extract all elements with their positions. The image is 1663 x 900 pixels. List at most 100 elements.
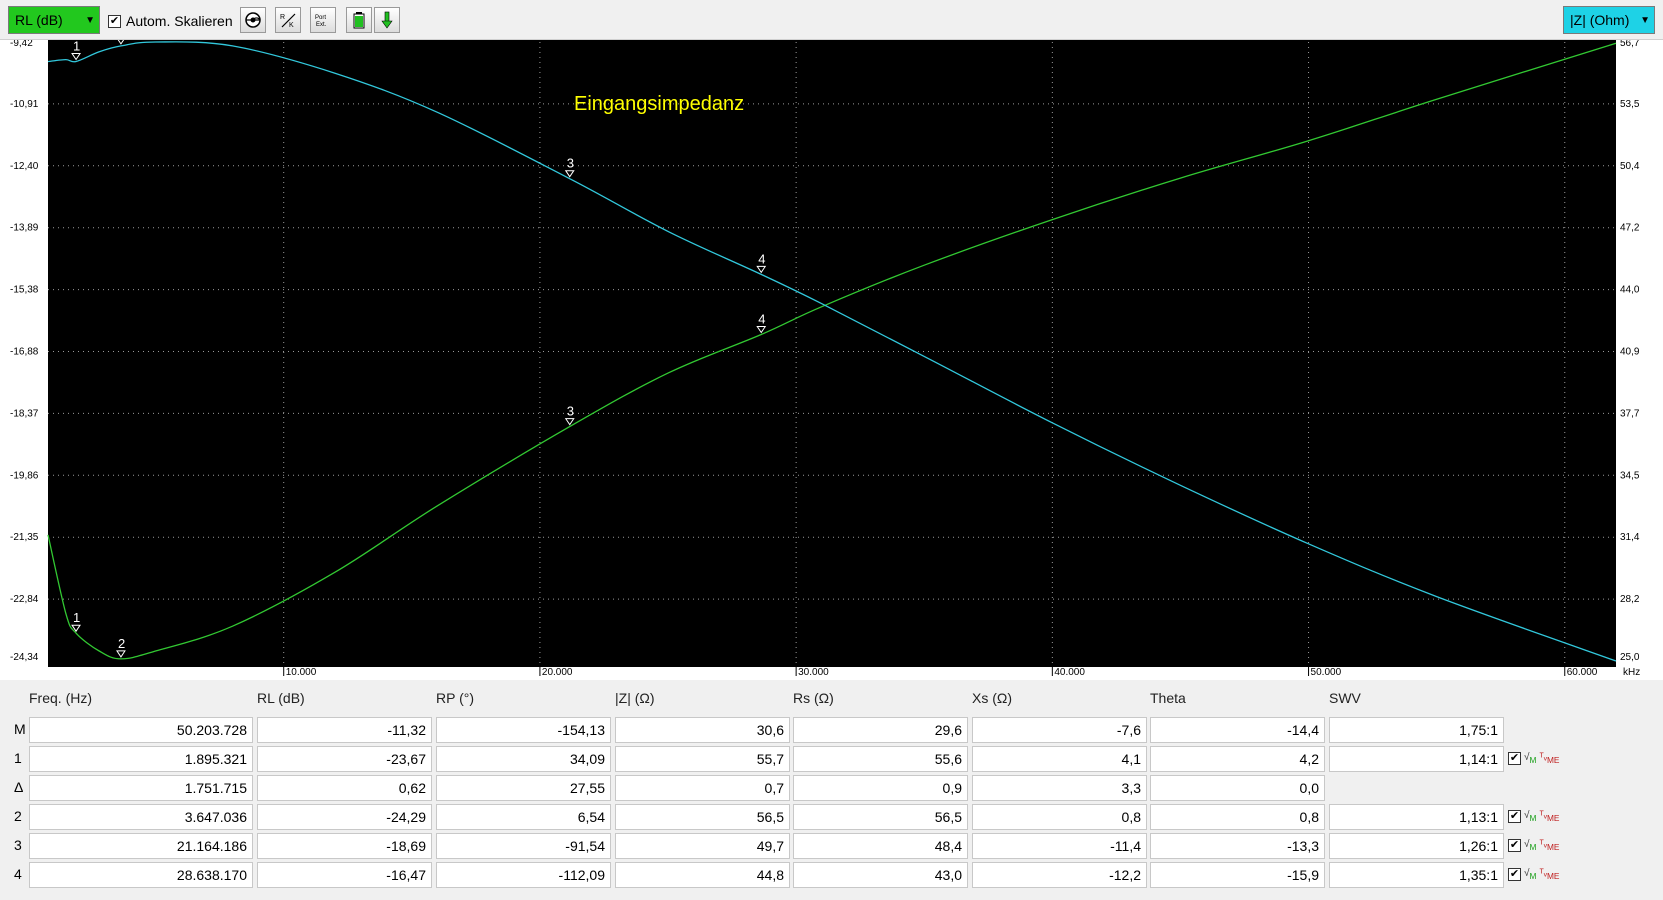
- marker-label: 3: [567, 404, 574, 419]
- column-header: Rs (Ω): [793, 690, 834, 706]
- download-icon: [381, 11, 393, 29]
- table-cell: 27,55: [436, 775, 611, 801]
- right-tick-label: 31,4: [1620, 532, 1640, 543]
- left-axis-select[interactable]: RL (dB) ▼: [8, 6, 100, 34]
- table-cell[interactable]: 1.895.321: [29, 746, 253, 772]
- marker-track-icon[interactable]: ᵀᵥME: [1539, 810, 1559, 823]
- chevron-down-icon: ▼: [1640, 15, 1650, 26]
- marker-min-icon[interactable]: √M: [1524, 868, 1536, 881]
- left-tick-label: -21,35: [10, 532, 39, 543]
- table-cell: 55,7: [615, 746, 790, 772]
- left-tick-label: -12,40: [10, 161, 39, 172]
- x-tick-label: 30.000: [798, 667, 829, 678]
- table-cell: 43,0: [793, 862, 968, 888]
- left-tick-label: -22,84: [10, 594, 39, 605]
- table-cell: -14,4: [1150, 717, 1325, 743]
- marker-min-icon[interactable]: √M: [1524, 810, 1536, 823]
- x-tick-label: 60.000: [1567, 667, 1598, 678]
- table-cell: 48,4: [793, 833, 968, 859]
- column-header: |Z| (Ω): [615, 690, 655, 706]
- marker-visible-checkbox[interactable]: ✔: [1508, 752, 1521, 765]
- chevron-down-icon: ▼: [85, 15, 95, 26]
- autoscale-checkbox[interactable]: ✔: [108, 14, 121, 28]
- right-tick-label: 25,0: [1620, 652, 1640, 663]
- column-header: Freq. (Hz): [29, 690, 92, 706]
- right-tick-label: 50,4: [1620, 161, 1640, 172]
- port-extension-button[interactable]: Port Ext.: [310, 7, 336, 33]
- autoscale-toggle[interactable]: ✔ Autom. Skalieren: [108, 13, 233, 29]
- table-cell: 34,09: [436, 746, 611, 772]
- marker-min-icon[interactable]: √M: [1524, 839, 1536, 852]
- table-cell[interactable]: 21.164.186: [29, 833, 253, 859]
- table-cell: 4,2: [1150, 746, 1325, 772]
- scale-button[interactable]: R K: [275, 7, 301, 33]
- left-axis-select-value: RL (dB): [15, 12, 63, 28]
- marker-min-icon[interactable]: √M: [1524, 752, 1536, 765]
- left-tick-label: -9,42: [10, 40, 33, 49]
- marker-visible-checkbox[interactable]: ✔: [1508, 810, 1521, 823]
- table-cell: 1,75:1: [1329, 717, 1504, 743]
- row-label: 1: [14, 750, 22, 766]
- marker-visible-checkbox[interactable]: ✔: [1508, 868, 1521, 881]
- left-tick-label: -18,37: [10, 408, 39, 419]
- table-cell: 0,8: [972, 804, 1147, 830]
- battery-button[interactable]: [346, 7, 372, 33]
- table-cell: -16,47: [257, 862, 432, 888]
- table-cell: -18,69: [257, 833, 432, 859]
- port-ext-icon: Port Ext.: [315, 15, 327, 28]
- left-tick-label: -10,91: [10, 99, 39, 110]
- table-cell: 49,7: [615, 833, 790, 859]
- x-tick-label: 10.000: [286, 667, 317, 678]
- right-axis-select-value: |Z| (Ohm): [1570, 12, 1630, 28]
- table-cell: 1,13:1: [1329, 804, 1504, 830]
- right-tick-label: 34,5: [1620, 470, 1640, 481]
- left-tick-label: -13,89: [10, 223, 39, 234]
- download-button[interactable]: [374, 7, 400, 33]
- table-cell: 56,5: [615, 804, 790, 830]
- x-tick-label: 20.000: [542, 667, 573, 678]
- table-cell[interactable]: 28.638.170: [29, 862, 253, 888]
- table-cell[interactable]: 50.203.728: [29, 717, 253, 743]
- table-cell: 0,8: [1150, 804, 1325, 830]
- right-tick-label: 44,0: [1620, 285, 1640, 296]
- column-header: Xs (Ω): [972, 690, 1013, 706]
- marker-label: 1: [73, 40, 80, 54]
- right-tick-label: 56,7: [1620, 40, 1640, 49]
- table-cell: 1,14:1: [1329, 746, 1504, 772]
- marker-row-controls: ✔ √M ᵀᵥME: [1508, 868, 1559, 881]
- table-cell: -112,09: [436, 862, 611, 888]
- svg-text:K: K: [289, 22, 294, 29]
- table-cell[interactable]: 3.647.036: [29, 804, 253, 830]
- svg-text:R: R: [280, 14, 285, 21]
- marker-label: 3: [567, 156, 574, 171]
- table-cell: -13,3: [1150, 833, 1325, 859]
- row-label: M: [14, 721, 26, 737]
- table-cell: -91,54: [436, 833, 611, 859]
- autoscale-label: Autom. Skalieren: [126, 13, 233, 29]
- table-cell[interactable]: 1.751.715: [29, 775, 253, 801]
- right-axis-select[interactable]: |Z| (Ohm) ▼: [1563, 6, 1655, 34]
- marker-track-icon[interactable]: ᵀᵥME: [1539, 868, 1559, 881]
- table-cell: 56,5: [793, 804, 968, 830]
- svg-text:Port: Port: [315, 15, 326, 21]
- marker-track-icon[interactable]: ᵀᵥME: [1539, 839, 1559, 852]
- plot-background: [48, 40, 1616, 667]
- marker-visible-checkbox[interactable]: ✔: [1508, 839, 1521, 852]
- table-cell: -12,2: [972, 862, 1147, 888]
- table-cell: 0,62: [257, 775, 432, 801]
- left-tick-label: -24,34: [10, 652, 39, 663]
- table-cell: -7,6: [972, 717, 1147, 743]
- table-cell: 1,26:1: [1329, 833, 1504, 859]
- marker-track-icon[interactable]: ᵀᵥME: [1539, 752, 1559, 765]
- right-tick-label: 28,2: [1620, 594, 1640, 605]
- left-tick-label: -16,88: [10, 347, 39, 358]
- smith-chart-button[interactable]: [240, 7, 266, 33]
- x-unit-label: kHz: [1623, 667, 1640, 678]
- left-tick-label: -15,38: [10, 285, 39, 296]
- table-cell: 1,35:1: [1329, 862, 1504, 888]
- table-cell: -154,13: [436, 717, 611, 743]
- table-cell: 55,6: [793, 746, 968, 772]
- table-cell: 3,3: [972, 775, 1147, 801]
- impedance-chart[interactable]: -9,42 56,7 -10,91 53,5 -12,40 50,4 -13,89 47,2 -…: [0, 40, 1663, 680]
- marker-row-controls: ✔ √M ᵀᵥME: [1508, 752, 1559, 765]
